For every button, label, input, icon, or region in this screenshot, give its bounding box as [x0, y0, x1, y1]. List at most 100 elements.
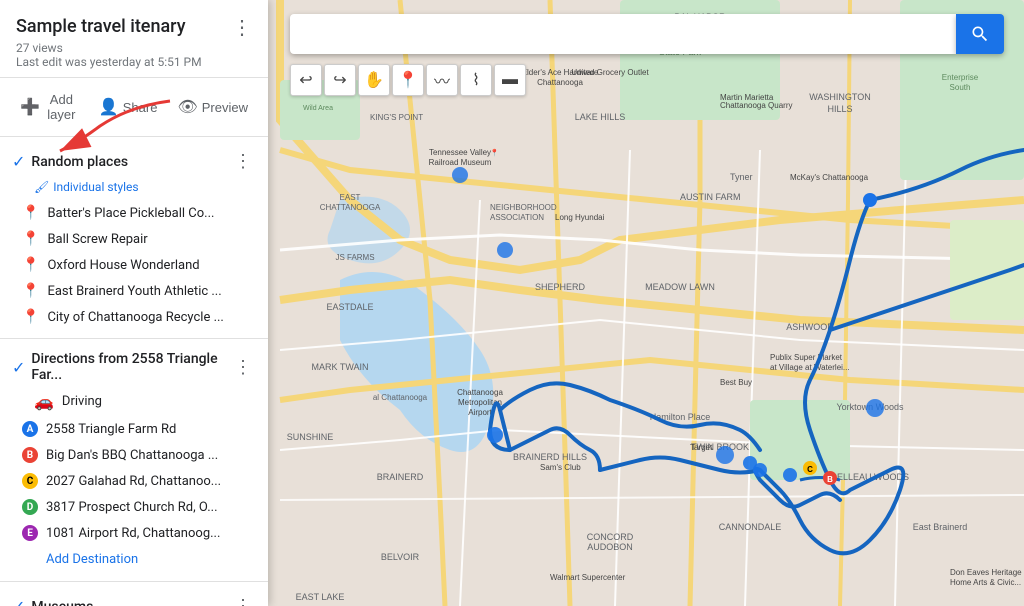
waypoint-c[interactable]: C 2027 Galahad Rd, Chattanoo... — [0, 468, 268, 494]
individual-styles-link[interactable]: 🖌 Individual styles — [0, 178, 268, 200]
preview-label: Preview — [202, 100, 248, 115]
svg-text:BELVOIR: BELVOIR — [381, 552, 420, 562]
undo-button[interactable]: ↩ — [290, 64, 322, 96]
layer-menu-button[interactable]: ⋮ — [230, 355, 256, 380]
search-input[interactable] — [290, 14, 956, 54]
last-edit: Last edit was yesterday at 5:51 PM — [16, 55, 202, 69]
pin-icon: 📍 — [22, 283, 39, 299]
svg-text:East Brainerd: East Brainerd — [913, 522, 968, 532]
add-destination-link[interactable]: Add Destination — [0, 546, 268, 573]
svg-text:al Chattanooga: al Chattanooga — [373, 393, 428, 402]
svg-text:JS FARMS: JS FARMS — [335, 253, 374, 262]
layer-check-icon: ✓ — [12, 358, 25, 377]
car-icon: 🚗 — [34, 392, 54, 411]
place-name: City of Chattanooga Recycle ... — [47, 310, 223, 325]
svg-text:Best Buy: Best Buy — [720, 378, 752, 387]
redo-button[interactable]: ↪ — [324, 64, 356, 96]
list-item[interactable]: 📍 Batter's Place Pickleball Co... — [0, 200, 268, 226]
share-label: Share — [123, 100, 158, 115]
layer-museums-header[interactable]: ✓ Museums ⋮ — [0, 590, 268, 606]
share-button[interactable]: 👤 Share — [91, 91, 166, 123]
svg-text:SHEPHERD: SHEPHERD — [535, 282, 586, 292]
more-button[interactable]: ▬ — [494, 64, 526, 96]
waypoint-icon-c: C — [22, 473, 38, 489]
header: Sample travel itenary 27 views Last edit… — [0, 0, 268, 78]
svg-text:MEADOW LAWN: MEADOW LAWN — [645, 282, 715, 292]
svg-text:ASSOCIATION: ASSOCIATION — [490, 213, 544, 222]
layer-directions: ✓ Directions from 2558 Triangle Far... ⋮… — [0, 339, 268, 582]
waypoint-text: 2027 Galahad Rd, Chattanoo... — [46, 474, 221, 489]
waypoint-icon-e: E — [22, 525, 38, 541]
svg-text:MARK TWAIN: MARK TWAIN — [311, 362, 368, 372]
layer-title: Museums — [31, 599, 230, 606]
svg-text:Tennessee Valley: Tennessee Valley — [429, 148, 491, 157]
layer-menu-button[interactable]: ⋮ — [230, 149, 256, 174]
layer-title: Directions from 2558 Triangle Far... — [31, 351, 230, 383]
list-item[interactable]: 📍 City of Chattanooga Recycle ... — [0, 304, 268, 330]
driving-mode[interactable]: 🚗 Driving — [0, 387, 268, 416]
place-name: Oxford House Wonderland — [47, 258, 199, 273]
individual-styles-label: Individual styles — [53, 180, 138, 194]
svg-text:Sam's Club: Sam's Club — [540, 463, 581, 472]
svg-text:Long Hyundai: Long Hyundai — [555, 213, 605, 222]
add-layer-button[interactable]: ➕ Add layer — [12, 86, 87, 128]
list-item[interactable]: 📍 Oxford House Wonderland — [0, 252, 268, 278]
svg-text:CONCORD: CONCORD — [587, 532, 634, 542]
svg-text:HILLS: HILLS — [827, 104, 852, 114]
svg-text:📍: 📍 — [490, 148, 499, 157]
svg-text:Chattanooga Quarry: Chattanooga Quarry — [720, 101, 793, 110]
svg-text:WASHINGTON: WASHINGTON — [809, 92, 871, 102]
waypoint-text: 2558 Triangle Farm Rd — [46, 422, 176, 437]
waypoint-d[interactable]: D 3817 Prospect Church Rd, O... — [0, 494, 268, 520]
svg-text:AUDOBON: AUDOBON — [587, 542, 633, 552]
svg-text:AUSTIN FARM: AUSTIN FARM — [680, 192, 741, 202]
pin-icon: 📍 — [22, 205, 39, 221]
list-item[interactable]: 📍 East Brainerd Youth Athletic ... — [0, 278, 268, 304]
layer-menu-button[interactable]: ⋮ — [230, 594, 256, 606]
search-icon — [970, 24, 990, 44]
sidebar: Sample travel itenary 27 views Last edit… — [0, 0, 268, 606]
preview-button[interactable]: 👁 Preview — [169, 91, 256, 123]
line-button[interactable]: 〰 — [426, 64, 458, 96]
svg-text:Walmart Supercenter: Walmart Supercenter — [550, 573, 626, 582]
waypoint-text: 3817 Prospect Church Rd, O... — [46, 500, 218, 515]
add-layer-icon: ➕ — [20, 97, 40, 117]
svg-text:Target: Target — [690, 443, 713, 452]
waypoint-text: Big Dan's BBQ Chattanooga ... — [46, 448, 218, 463]
header-menu-button[interactable]: ⋮ — [228, 16, 256, 40]
pan-button[interactable]: ✋ — [358, 64, 390, 96]
svg-text:South: South — [950, 83, 971, 92]
svg-text:SUNSHINE: SUNSHINE — [287, 432, 334, 442]
place-name: Ball Screw Repair — [47, 232, 147, 247]
search-button[interactable] — [956, 14, 1004, 54]
svg-text:KING'S POINT: KING'S POINT — [370, 113, 423, 122]
add-layer-label: Add layer — [44, 92, 79, 122]
preview-icon: 👁 — [177, 97, 197, 117]
map-controls: ↩ ↪ ✋ 📍 〰 ⌇ ▬ — [290, 64, 526, 96]
header-meta: 27 views Last edit was yesterday at 5:51… — [16, 41, 252, 69]
measure-button[interactable]: ⌇ — [460, 64, 492, 96]
pin-icon: 📍 — [22, 309, 39, 325]
svg-text:B: B — [827, 475, 833, 484]
svg-text:BRAINERD: BRAINERD — [377, 472, 424, 482]
marker-button[interactable]: 📍 — [392, 64, 424, 96]
waypoint-icon-b: B — [22, 447, 38, 463]
svg-text:Enterprise: Enterprise — [942, 73, 979, 82]
layer-random-places-header[interactable]: ✓ Random places ⋮ — [0, 145, 268, 178]
svg-text:Airport: Airport — [468, 408, 492, 417]
waypoint-a[interactable]: A 2558 Triangle Farm Rd — [0, 416, 268, 442]
waypoint-e[interactable]: E 1081 Airport Rd, Chattanoog... — [0, 520, 268, 546]
svg-text:BRAINERD HILLS: BRAINERD HILLS — [513, 452, 587, 462]
waypoint-b[interactable]: B Big Dan's BBQ Chattanooga ... — [0, 442, 268, 468]
svg-text:CHATTANOOGA: CHATTANOOGA — [320, 203, 381, 212]
svg-text:NEIGHBORHOOD: NEIGHBORHOOD — [490, 203, 557, 212]
views-count: 27 views — [16, 41, 63, 55]
svg-text:LAKE HILLS: LAKE HILLS — [575, 112, 626, 122]
waypoint-icon-a: A — [22, 421, 38, 437]
list-item[interactable]: 📍 Ball Screw Repair — [0, 226, 268, 252]
map-title: Sample travel itenary — [16, 16, 252, 37]
layer-directions-header[interactable]: ✓ Directions from 2558 Triangle Far... ⋮ — [0, 347, 268, 387]
svg-text:EAST LAKE: EAST LAKE — [296, 592, 345, 602]
driving-label: Driving — [62, 394, 102, 409]
place-name: Batter's Place Pickleball Co... — [47, 206, 214, 221]
